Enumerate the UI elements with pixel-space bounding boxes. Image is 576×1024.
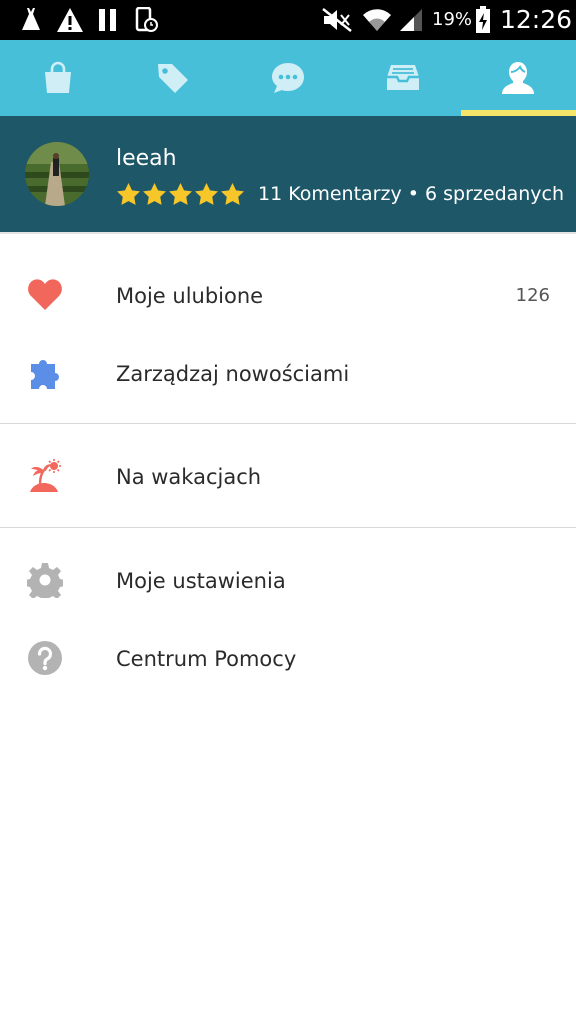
star-icon bbox=[221, 182, 244, 205]
favorites-count: 126 bbox=[515, 285, 550, 306]
menu-item-manage-news[interactable]: Zarządzaj nowościami bbox=[0, 335, 576, 413]
avatar[interactable] bbox=[25, 142, 89, 206]
menu-item-settings[interactable]: Moje ustawienia bbox=[0, 542, 576, 620]
tab-bar bbox=[0, 40, 576, 116]
help-icon bbox=[26, 639, 64, 677]
battery-percent: 19% bbox=[432, 9, 473, 30]
tab-tags[interactable] bbox=[115, 40, 230, 116]
menu-label-settings: Moje ustawienia bbox=[116, 569, 286, 593]
menu-label-manage-news: Zarządzaj nowościami bbox=[116, 362, 350, 386]
divider bbox=[0, 423, 576, 424]
menu-item-favorites[interactable]: Moje ulubione 126 bbox=[0, 257, 576, 335]
status-bar: 19% 12:26 bbox=[0, 0, 576, 40]
mute-icon bbox=[320, 6, 354, 34]
pause-icon bbox=[96, 6, 120, 34]
profile-header[interactable]: leeah 11 Komentarzy • 6 sprzedanych bbox=[0, 116, 576, 232]
warning-icon bbox=[55, 6, 85, 34]
review-sales-stats: 11 Komentarzy • 6 sprzedanych bbox=[258, 183, 565, 205]
battery-icon bbox=[474, 6, 492, 34]
profile-stats: 11 Komentarzy • 6 sprzedanych bbox=[116, 180, 564, 208]
star-icon bbox=[195, 182, 218, 205]
wifi-icon bbox=[362, 6, 392, 34]
clock: 12:26 bbox=[500, 5, 573, 34]
star-icon bbox=[117, 182, 140, 205]
signal-icon bbox=[397, 6, 425, 34]
inbox-icon bbox=[386, 65, 419, 90]
tab-inbox[interactable] bbox=[345, 40, 460, 116]
puzzle-icon bbox=[26, 354, 64, 392]
tag-icon bbox=[157, 64, 188, 93]
menu-label-vacation: Na wakacjach bbox=[116, 465, 262, 489]
menu-label-favorites: Moje ulubione bbox=[116, 284, 264, 308]
phone-clock-icon bbox=[134, 6, 160, 34]
tab-profile[interactable] bbox=[460, 40, 575, 116]
menu-label-help: Centrum Pomocy bbox=[116, 647, 297, 671]
header-shadow bbox=[0, 232, 576, 234]
heart-icon bbox=[26, 276, 64, 314]
palm-island-icon bbox=[26, 457, 64, 495]
menu-item-vacation[interactable]: Na wakacjach bbox=[0, 438, 576, 516]
username: leeah bbox=[116, 146, 177, 171]
menu-item-help[interactable]: Centrum Pomocy bbox=[0, 620, 576, 698]
star-icon bbox=[169, 182, 192, 205]
chat-icon bbox=[271, 63, 304, 93]
rating-stars bbox=[116, 182, 246, 207]
star-icon bbox=[143, 182, 166, 205]
tab-shop[interactable] bbox=[0, 40, 115, 116]
profile-icon bbox=[501, 62, 534, 94]
divider bbox=[0, 527, 576, 528]
tab-messages[interactable] bbox=[230, 40, 345, 116]
dress-notification-icon bbox=[18, 6, 44, 34]
shopping-bag-icon bbox=[44, 61, 71, 93]
gear-icon bbox=[26, 561, 64, 599]
